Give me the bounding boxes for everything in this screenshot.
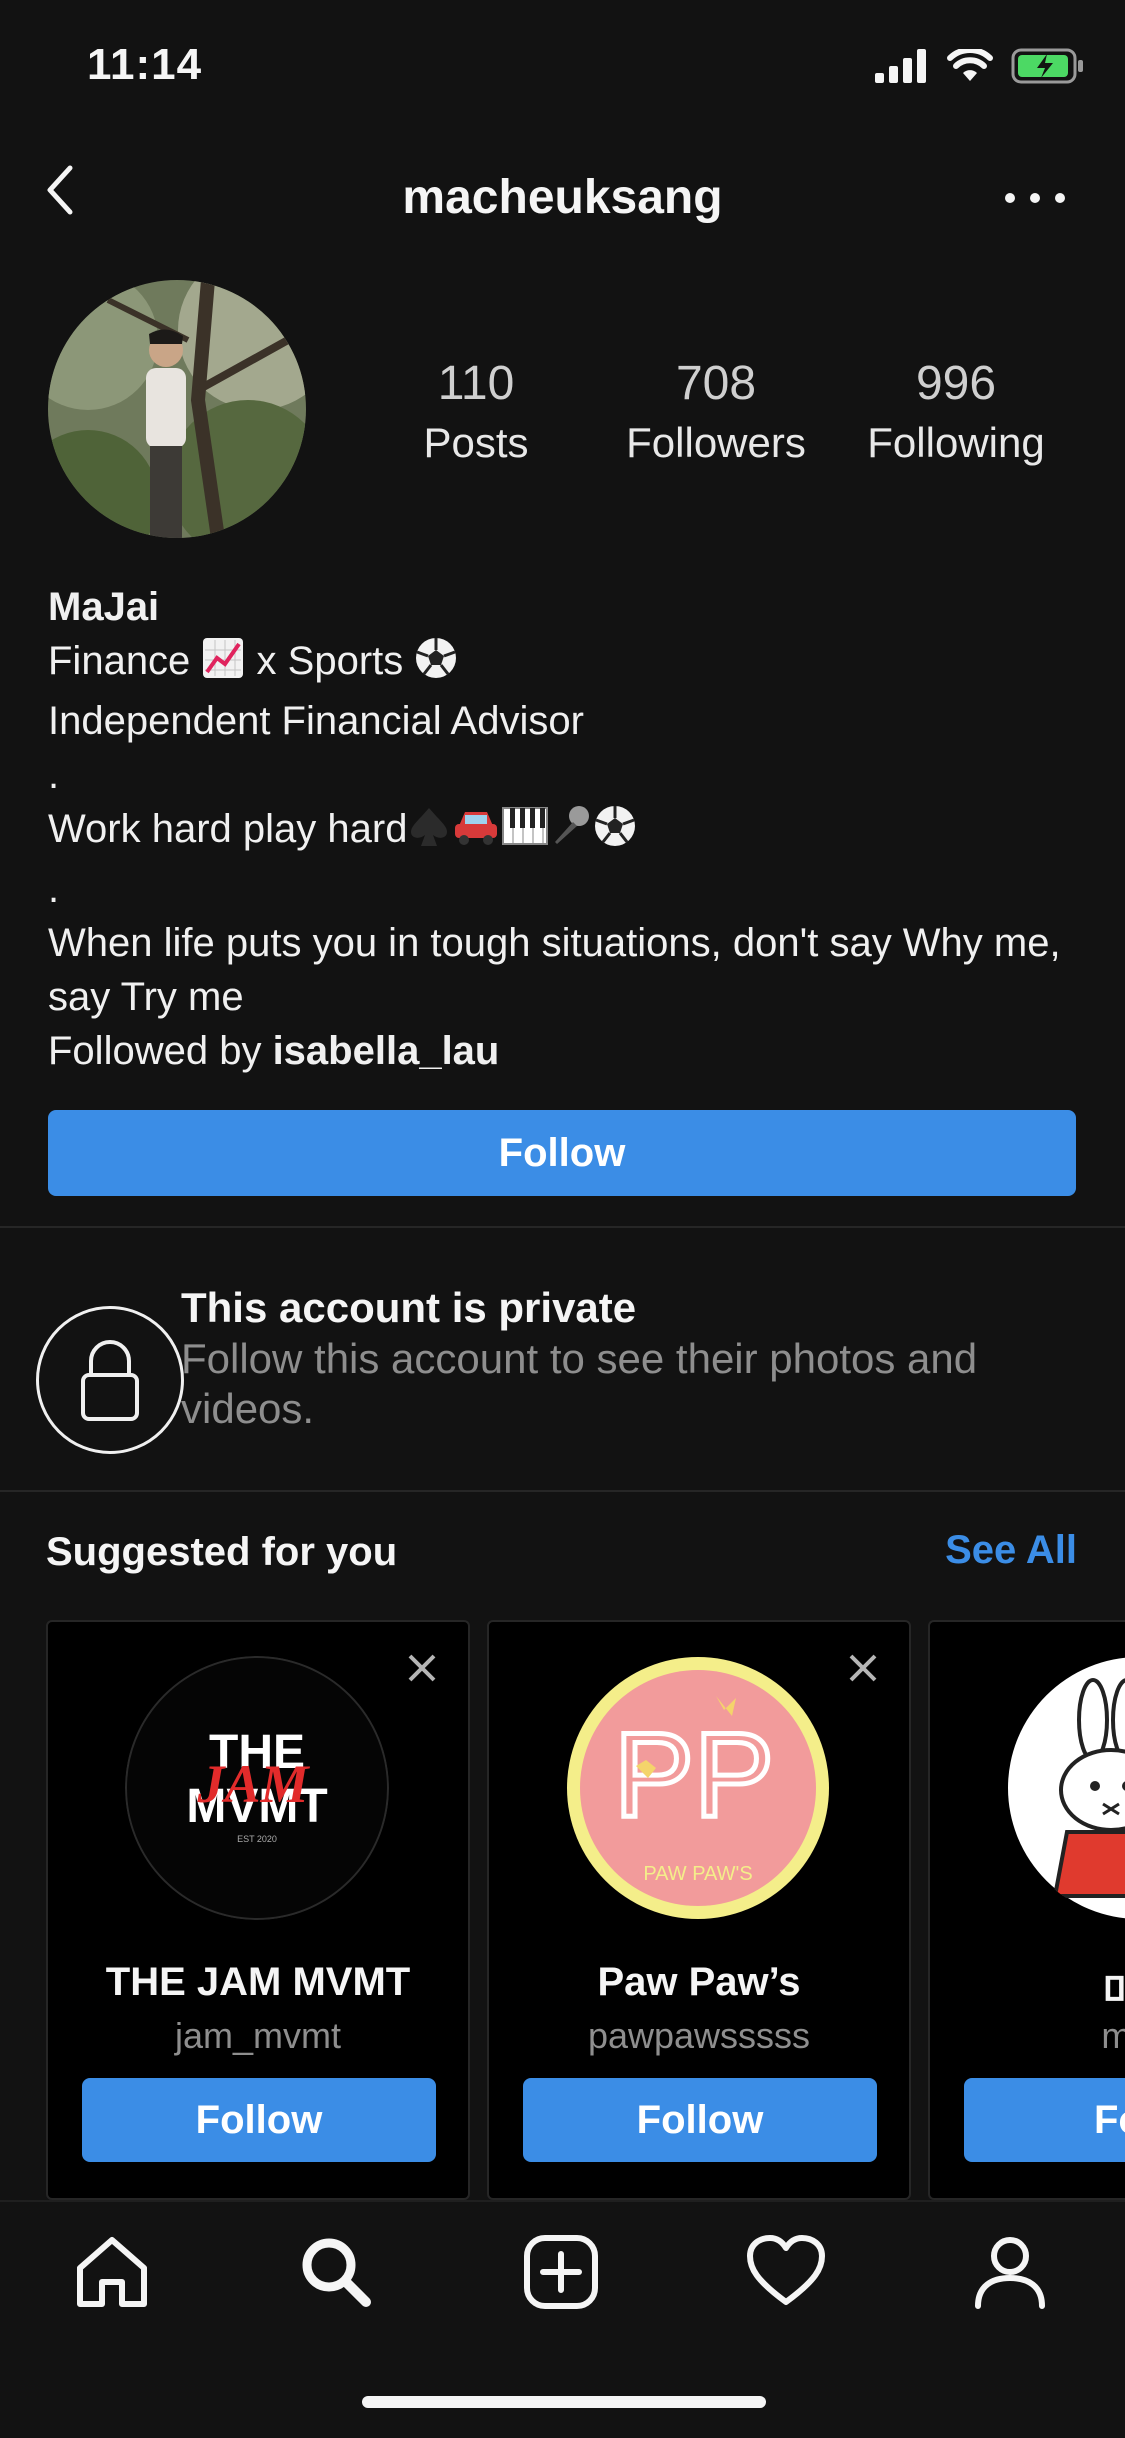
bio-line-3: Work hard play hard xyxy=(48,802,1088,862)
more-options-icon[interactable] xyxy=(1005,188,1065,208)
profile-icon[interactable] xyxy=(970,2232,1050,2312)
suggested-avatar[interactable]: THE MVMT JAM EST 2020 xyxy=(125,1656,389,1920)
following-stat[interactable]: 996 Following xyxy=(846,356,1066,467)
posts-label: Posts xyxy=(423,419,529,466)
suggested-follow-button[interactable]: Follow xyxy=(523,2078,877,2162)
suggested-card[interactable]: 미피 miffy Fo xyxy=(928,1620,1125,2200)
battery-icon xyxy=(1011,48,1083,84)
followers-label: Followers xyxy=(626,419,806,466)
status-time: 11:14 xyxy=(87,40,203,89)
home-icon[interactable] xyxy=(72,2232,152,2312)
suggested-username: miffy xyxy=(1007,2015,1125,2057)
close-icon[interactable] xyxy=(406,1652,438,1684)
profile-avatar[interactable] xyxy=(48,280,306,538)
bio-dot-1: . xyxy=(48,753,60,797)
bio-dot-2: . xyxy=(48,867,60,911)
status-icons xyxy=(875,48,1085,84)
spade-icon xyxy=(407,804,451,862)
svg-text:JAM: JAM xyxy=(196,1754,310,1814)
svg-text:PP: PP xyxy=(614,1708,774,1842)
heart-icon[interactable] xyxy=(746,2232,826,2312)
follow-button[interactable]: Follow xyxy=(48,1110,1076,1196)
lock-icon xyxy=(81,1340,139,1421)
suggested-follow-button[interactable]: Fo xyxy=(964,2078,1125,2162)
svg-text:EST 2020: EST 2020 xyxy=(237,1834,277,1844)
bio-line-4: When life puts you in tough situations, … xyxy=(48,921,1061,1019)
home-indicator[interactable] xyxy=(362,2396,766,2408)
private-lock-badge xyxy=(36,1306,184,1454)
suggested-card[interactable]: THE MVMT JAM EST 2020 THE JAM MVMT jam_m… xyxy=(46,1620,470,2200)
posts-stat[interactable]: 110 Posts xyxy=(366,356,586,467)
suggested-name: 미피 xyxy=(1007,1960,1125,2018)
following-label: Following xyxy=(867,419,1045,466)
suggested-name: Paw Paw’s xyxy=(597,1960,801,2004)
suggested-name: THE JAM MVMT xyxy=(105,1960,411,2004)
private-title: This account is private xyxy=(181,1284,637,1331)
suggested-username: jam_mvmt xyxy=(174,2015,341,2056)
svg-text:PAW PAW'S: PAW PAW'S xyxy=(643,1863,752,1885)
piano-icon xyxy=(501,804,549,862)
followed-by: Followed by isabella_lau xyxy=(48,1029,500,1073)
add-post-icon[interactable] xyxy=(521,2232,601,2312)
posts-count: 110 xyxy=(437,357,515,410)
car-icon xyxy=(451,804,501,862)
divider xyxy=(0,1226,1125,1228)
search-icon[interactable] xyxy=(296,2232,376,2312)
suggested-avatar[interactable] xyxy=(1007,1656,1125,1920)
microphone-icon xyxy=(549,804,593,862)
chart-increasing-icon xyxy=(201,636,245,694)
followers-stat[interactable]: 708 Followers xyxy=(606,356,826,467)
suggested-follow-button[interactable]: Follow xyxy=(82,2078,436,2162)
suggested-card[interactable]: PP PAW PAW'S Paw Paw’s pawpawsssss Follo… xyxy=(487,1620,911,2200)
profile-bio: MaJai Finance x Sports Independent Finan… xyxy=(48,580,1088,1078)
private-subtitle: Follow this account to see their photos … xyxy=(181,1335,978,1432)
soccer-ball-icon xyxy=(593,804,637,862)
suggested-username: pawpawsssss xyxy=(587,2015,811,2056)
close-icon[interactable] xyxy=(847,1652,879,1684)
suggested-avatar[interactable]: PP PAW PAW'S xyxy=(566,1656,830,1920)
followed-by-user-link[interactable]: isabella_lau xyxy=(273,1029,500,1073)
bio-line-2: Independent Financial Advisor xyxy=(48,699,584,743)
followers-count: 708 xyxy=(675,357,757,410)
wifi-icon xyxy=(947,49,993,81)
profile-display-name: MaJai xyxy=(48,585,160,629)
bio-line-1: Finance x Sports xyxy=(48,634,1088,694)
following-count: 996 xyxy=(915,357,997,410)
divider xyxy=(0,1490,1125,1492)
soccer-ball-icon xyxy=(414,636,458,694)
suggested-title: Suggested for you xyxy=(46,1530,398,1574)
see-all-link[interactable]: See All xyxy=(945,1528,1077,1573)
signal-icon xyxy=(875,49,926,83)
profile-username-title: macheuksang xyxy=(402,171,723,224)
